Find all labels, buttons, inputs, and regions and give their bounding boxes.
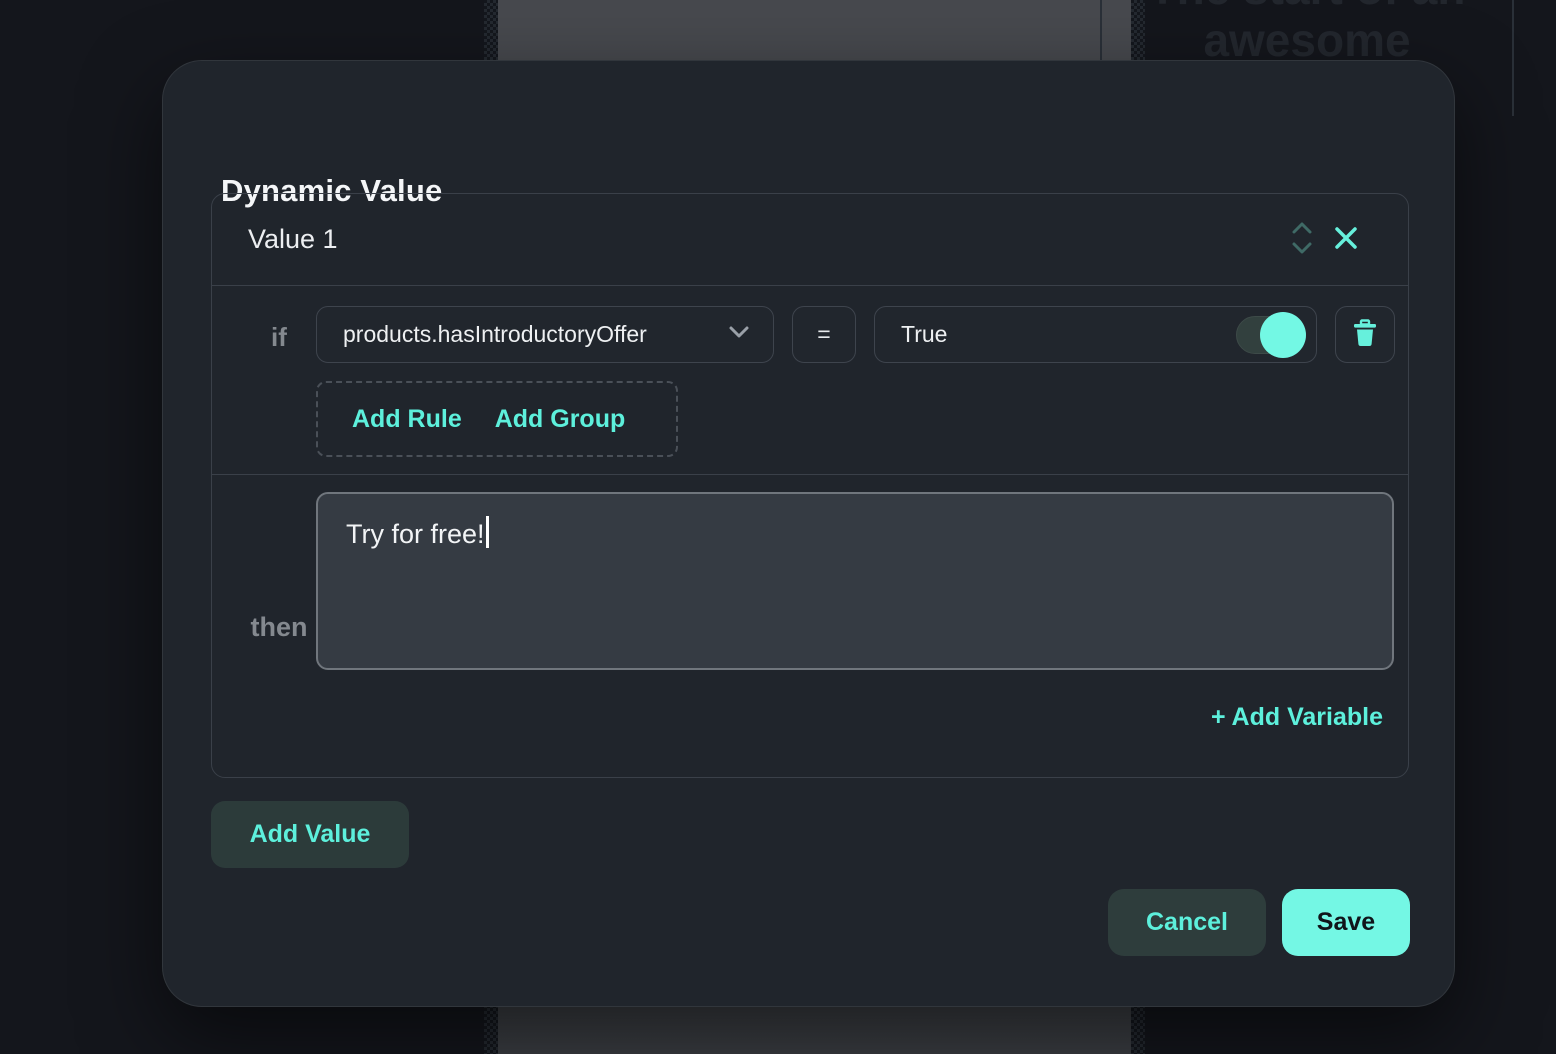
then-section: then Try for free! + Add Variable — [212, 475, 1408, 778]
then-label: then — [242, 612, 316, 643]
chevron-up-down-icon — [1289, 220, 1315, 259]
add-variable-button[interactable]: + Add Variable — [1211, 703, 1383, 732]
add-group-button[interactable]: Add Group — [495, 405, 626, 434]
trash-icon — [1352, 319, 1378, 350]
save-button[interactable]: Save — [1282, 889, 1410, 956]
condition-value-label: True — [901, 321, 947, 348]
if-label: if — [254, 322, 304, 353]
value-card: Value 1 if — [211, 193, 1409, 778]
add-rule-group-box: Add Rule Add Group — [316, 381, 678, 457]
condition-field-dropdown[interactable]: products.hasIntroductoryOffer — [316, 306, 774, 363]
add-rule-button[interactable]: Add Rule — [352, 405, 462, 434]
condition-value-toggle[interactable] — [1236, 312, 1302, 358]
condition-field-value: products.hasIntroductoryOffer — [343, 321, 647, 348]
then-text-value: Try for free! — [346, 519, 485, 549]
chevron-down-icon — [727, 324, 751, 345]
toggle-knob — [1260, 312, 1306, 358]
cancel-button[interactable]: Cancel — [1108, 889, 1266, 956]
text-cursor — [486, 516, 489, 548]
close-icon — [1332, 224, 1360, 255]
add-value-button[interactable]: Add Value — [211, 801, 409, 868]
then-value-textarea[interactable]: Try for free! — [316, 492, 1394, 670]
delete-rule-button[interactable] — [1335, 306, 1395, 363]
condition-value-field[interactable]: True — [874, 306, 1317, 363]
dynamic-value-modal: Dynamic Value Value 1 — [162, 60, 1455, 1007]
canvas-text-line: The start of an — [1149, 0, 1466, 14]
condition-section: if products.hasIntroductoryOffer = True — [212, 286, 1408, 475]
canvas-text-line: awesome — [1203, 14, 1410, 66]
reorder-value-button[interactable] — [1280, 218, 1324, 262]
condition-operator-button[interactable]: = — [792, 306, 856, 363]
operator-label: = — [817, 321, 830, 348]
value-card-header: Value 1 — [212, 194, 1408, 286]
condition-row: products.hasIntroductoryOffer = True — [316, 306, 1395, 363]
remove-value-button[interactable] — [1324, 218, 1368, 262]
value-name-label: Value 1 — [248, 224, 338, 255]
